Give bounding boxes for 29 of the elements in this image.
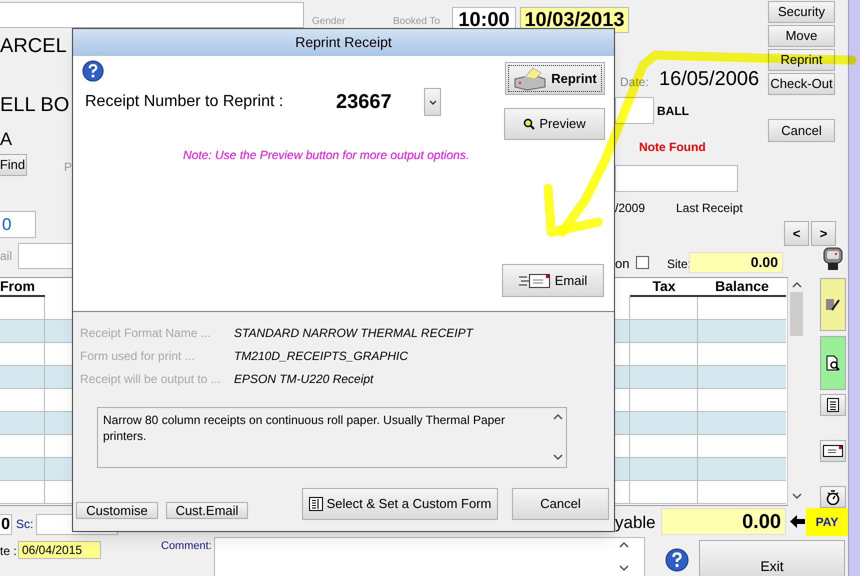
field-label: te : [0, 545, 17, 557]
field-label: Gender [312, 17, 346, 27]
date-text: /2009 [615, 202, 646, 214]
receipt-number-label: Receipt Number to Reprint : [85, 94, 284, 110]
field-label: P [64, 161, 72, 173]
field-label: Sc: [16, 518, 34, 530]
note-text: Note: Use the Preview button for more output options. [183, 149, 470, 161]
dialog-title: Reprint Receipt [73, 29, 614, 56]
field-label: Booked To [393, 17, 440, 27]
date-text: 16/05/2006 [659, 69, 760, 89]
last-receipt-label: Last Receipt [676, 202, 743, 214]
title-text: ARCEL [0, 36, 67, 56]
detail-value: EPSON TM-U220 Receipt [234, 373, 374, 385]
detail-label: Receipt will be output to ... [80, 373, 221, 385]
field-label: Comment: [161, 541, 212, 552]
payable-label: yable [615, 514, 656, 531]
option-label: on [615, 257, 630, 270]
detail-label: Form used for print ... [80, 350, 195, 362]
detail-value: TM210D_RECEIPTS_GRAPHIC [234, 350, 408, 362]
note-status: Note Found [639, 141, 706, 153]
description-text: Narrow 80 column receipts on continuous roll paper. Usually Thermal Paper printers. [103, 412, 506, 444]
site-label: Site: [667, 258, 692, 270]
detail-label: Receipt Format Name ... [80, 327, 211, 339]
receipt-number: 23667 [336, 92, 392, 112]
detail-value: STANDARD NARROW THERMAL RECEIPT [234, 327, 473, 339]
name-text: ELL BO [0, 95, 70, 115]
value-text: A [0, 130, 12, 148]
surname-text: BALL [657, 105, 689, 117]
field-label: ail [0, 250, 12, 262]
